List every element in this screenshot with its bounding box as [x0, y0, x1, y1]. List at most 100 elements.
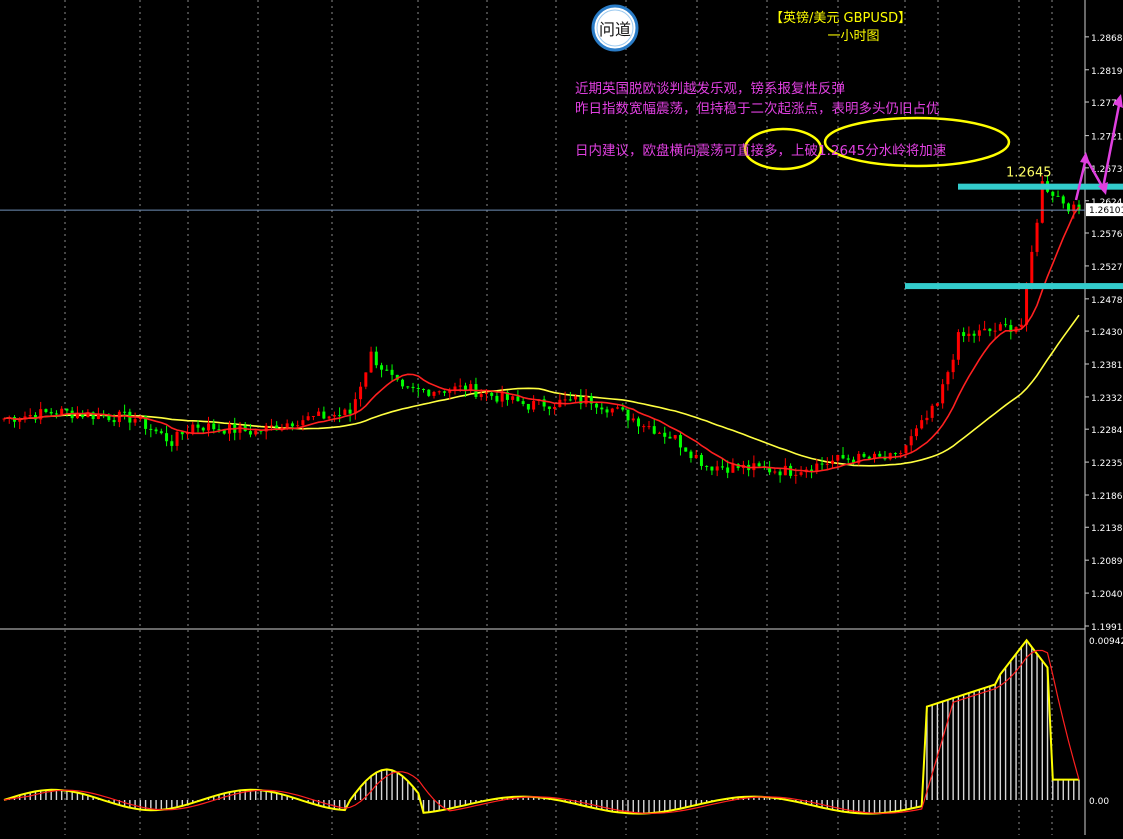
candle-body — [306, 416, 310, 421]
candle-body — [532, 400, 536, 410]
candle-body — [831, 460, 835, 464]
candle-body — [689, 451, 693, 459]
candle-body — [327, 416, 331, 419]
candle-body — [484, 392, 488, 395]
candle-body — [301, 420, 305, 426]
candle-body — [123, 411, 127, 413]
candle-body — [1004, 324, 1008, 326]
candle-body — [962, 332, 966, 337]
candle-body — [207, 423, 211, 431]
candle-body — [547, 406, 551, 409]
candle-body — [44, 409, 48, 412]
chart-title-line1: 【英镑/美元 GBPUSD】 — [770, 11, 912, 26]
candle-body — [930, 405, 934, 418]
candle-body — [49, 411, 53, 414]
candle-body — [794, 474, 798, 476]
candle-body — [563, 399, 567, 401]
y-tick-label: 1.24780 — [1091, 296, 1123, 306]
candle-body — [238, 425, 242, 433]
candle-body — [678, 435, 682, 448]
y-tick-label: 1.22840 — [1091, 426, 1123, 436]
candle-body — [180, 431, 184, 435]
candle-body — [65, 408, 69, 411]
candle-body — [1051, 191, 1055, 196]
candle-body — [574, 396, 578, 400]
candle-body — [165, 433, 169, 442]
y-tick-label: 1.25760 — [1091, 230, 1123, 240]
candle-body — [112, 420, 116, 423]
candle-body — [956, 332, 960, 360]
candle-body — [699, 454, 703, 466]
annotation-line-1: 近期英国脱欧谈判越发乐观，镑系报复性反弹 — [575, 81, 845, 97]
candle-body — [170, 441, 174, 446]
candle-body — [406, 386, 410, 388]
y-tick-label: 1.22350 — [1091, 459, 1123, 469]
candle-body — [196, 424, 200, 428]
candle-body — [1025, 283, 1029, 325]
candle-body — [159, 431, 163, 434]
y-tick-label: 1.27210 — [1091, 133, 1123, 143]
candle-body — [191, 424, 195, 433]
chart-title: 【英镑/美元 GBPUSD】 一小时图 — [770, 11, 911, 45]
candle-body — [1035, 222, 1039, 252]
candle-body — [610, 408, 614, 413]
candle-body — [285, 423, 289, 428]
candle-body — [941, 384, 945, 404]
candle-body — [437, 391, 441, 393]
candle-body — [998, 324, 1002, 331]
candle-body — [773, 471, 777, 473]
candle-body — [878, 453, 882, 457]
logo-badge: 问道 — [591, 4, 639, 52]
candle-body — [631, 418, 635, 421]
candle-body — [867, 456, 871, 459]
candle-body — [778, 471, 782, 476]
candle-body — [290, 423, 294, 427]
candle-body — [893, 453, 897, 455]
y-tick-label: 1.23810 — [1091, 361, 1123, 371]
candle-body — [553, 406, 557, 409]
candle-body — [988, 328, 992, 332]
candle-body — [909, 436, 913, 446]
candle-body — [521, 401, 525, 404]
candle-body — [54, 413, 58, 415]
y-tick-label: 1.25270 — [1091, 263, 1123, 273]
candle-body — [149, 428, 153, 430]
candle-body — [411, 386, 415, 389]
candle-body — [726, 467, 730, 473]
annotation-line-2: 昨日指数宽幅震荡，但持稳于二次起涨点，表明多头仍旧占优 — [575, 101, 940, 117]
candle-body — [668, 436, 672, 439]
candle-body — [935, 403, 939, 406]
candle-body — [972, 333, 976, 336]
chart-canvas: 1.2645 1.286801.281901.277101.272101.267… — [0, 0, 1123, 835]
candle-body — [296, 425, 300, 427]
candle-body — [757, 463, 761, 467]
candle-body — [495, 395, 499, 402]
level-line-support — [905, 283, 1123, 290]
candle-body — [374, 351, 378, 366]
candle-body — [720, 466, 724, 468]
candle-body — [789, 465, 793, 476]
candle-body — [458, 385, 462, 387]
candle-body — [107, 415, 111, 421]
candle-body — [338, 415, 342, 417]
y-tick-label: 1.28190 — [1091, 67, 1123, 77]
candle-body — [353, 399, 357, 414]
candle-body — [657, 432, 661, 434]
candle-body — [616, 407, 620, 409]
candle-body — [322, 411, 326, 419]
candle-body — [380, 365, 384, 370]
candle-body — [490, 392, 494, 396]
candle-body — [422, 389, 426, 391]
candle-body — [684, 447, 688, 452]
candle-body — [154, 429, 158, 432]
candle-body — [647, 426, 651, 428]
candle-body — [862, 453, 866, 457]
candle-body — [595, 403, 599, 408]
candle-body — [663, 432, 667, 437]
candle-body — [359, 386, 363, 400]
candle-body — [977, 330, 981, 336]
candle-body — [715, 466, 719, 471]
logo-text: 问道 — [599, 20, 631, 39]
candle-body — [914, 428, 918, 437]
candle-body — [1030, 251, 1034, 284]
